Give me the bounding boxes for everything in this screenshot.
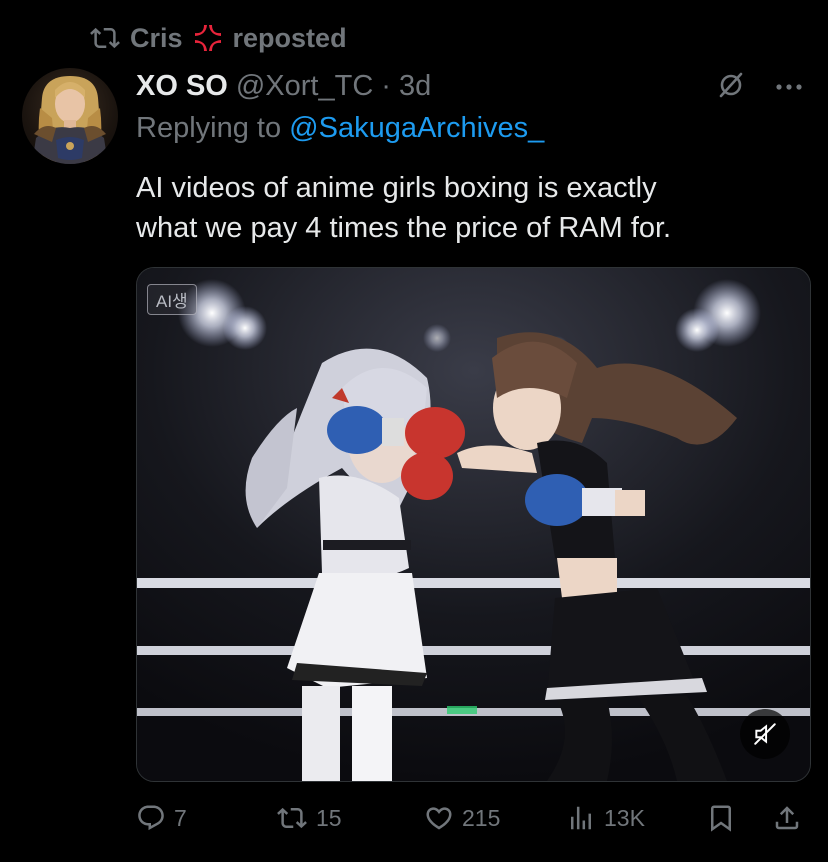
repost-icon <box>277 807 307 829</box>
repost-indicator[interactable]: Cris reposted <box>88 18 347 58</box>
views-button[interactable]: 13K <box>566 800 645 836</box>
video-media[interactable]: AI생 <box>136 267 811 782</box>
views-chart-icon <box>571 806 591 830</box>
repost-icon <box>88 23 122 53</box>
separator-dot: · <box>381 69 391 102</box>
timestamp[interactable]: 3d <box>399 70 431 103</box>
author-display-name[interactable]: XO SO <box>136 70 228 103</box>
reply-mention-link[interactable]: @SakugaArchives_ <box>289 112 544 144</box>
mute-toggle-button[interactable] <box>740 709 790 759</box>
replying-to-prefix: Replying to <box>136 112 290 144</box>
repost-label: reposted <box>232 22 347 53</box>
like-button[interactable]: 215 <box>424 800 500 836</box>
video-frame-illustration <box>137 268 810 781</box>
anger-symbol-icon <box>191 21 225 55</box>
bookmark-button[interactable] <box>706 800 736 836</box>
share-icon <box>775 806 799 830</box>
tweet-text: AI videos of anime girls boxing is exact… <box>136 168 806 248</box>
more-options-icon[interactable] <box>774 79 804 97</box>
replying-to: Replying to @SakugaArchives_ <box>136 112 544 145</box>
repost-button[interactable]: 15 <box>276 800 342 836</box>
tweet-action-bar: 7 15 215 13K <box>136 800 808 836</box>
muted-speaker-icon <box>754 723 776 745</box>
views-count: 13K <box>604 804 645 831</box>
like-count: 215 <box>462 804 501 831</box>
repost-user[interactable]: Cris <box>130 23 183 54</box>
reply-count: 7 <box>174 804 187 831</box>
grok-icon[interactable] <box>716 70 746 105</box>
heart-icon <box>426 807 452 830</box>
tweet-text-line: what we pay 4 times the price of RAM for… <box>136 212 672 244</box>
tweet-header: XO SO @Xort_TC · 3d <box>136 66 431 106</box>
header-actions <box>716 70 804 105</box>
ai-generated-badge: AI생 <box>147 284 197 315</box>
author-handle[interactable]: @Xort_TC <box>236 70 373 103</box>
reply-button[interactable]: 7 <box>136 800 187 836</box>
reply-icon <box>138 805 164 831</box>
tweet-text-line: AI videos of anime girls boxing is exact… <box>136 172 657 204</box>
repost-count: 15 <box>316 804 342 831</box>
avatar[interactable] <box>22 68 118 164</box>
share-button[interactable] <box>772 800 802 836</box>
bookmark-icon <box>711 805 731 832</box>
